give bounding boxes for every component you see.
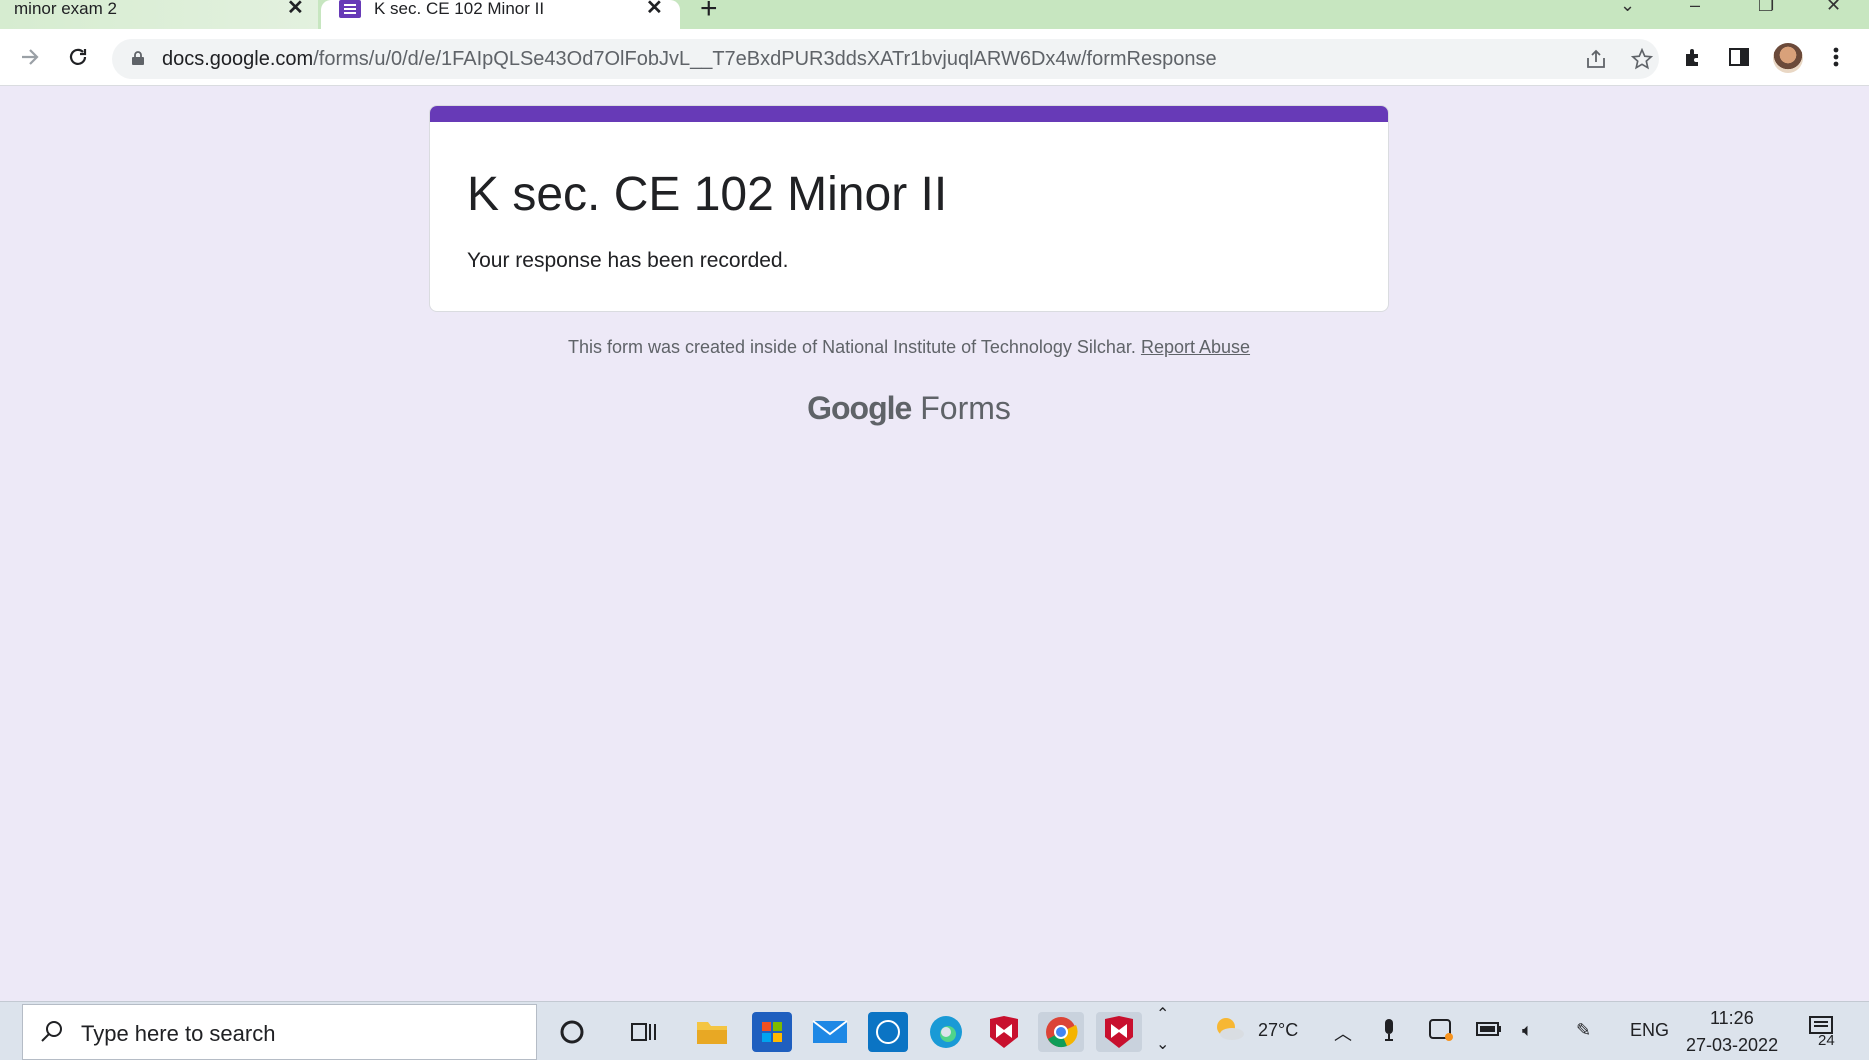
weather-temperature[interactable]: 27°C [1258,1020,1298,1041]
tab-minor-exam[interactable]: minor exam 2 ✕ [0,0,318,29]
new-tab-button[interactable]: + [700,0,718,24]
scroll-up-icon[interactable]: ⌃ [1156,1004,1169,1024]
input-language[interactable]: ENG [1630,1020,1669,1041]
chrome-icon[interactable] [1038,1012,1084,1052]
task-view-icon[interactable] [624,1012,664,1052]
taskbar-search-input[interactable]: Type here to search [22,1004,537,1060]
mcafee-icon[interactable] [984,1012,1024,1052]
google-forms-logo[interactable]: Google Forms [0,390,1818,427]
close-icon[interactable]: ✕ [287,0,304,18]
url-path: /forms/u/0/d/e/1FAIpQLSe43Od7OlFobJvL__T… [313,48,1217,70]
tab-label: minor exam 2 [14,0,117,18]
battery-icon[interactable] [1476,1020,1502,1043]
weather-icon[interactable] [1212,1014,1246,1049]
address-bar[interactable]: docs.google.com/forms/u/0/d/e/1FAIpQLSe4… [112,39,1659,79]
confirmation-message: Your response has been recorded. [467,249,789,272]
edge-icon[interactable] [926,1012,966,1052]
bookmark-star-icon[interactable] [1628,45,1656,73]
search-placeholder: Type here to search [81,1021,276,1046]
chevron-down-icon[interactable]: ⌄ [1620,0,1635,14]
form-footer: This form was created inside of National… [0,337,1818,358]
search-icon [41,1021,62,1042]
scroll-down-icon[interactable]: ⌄ [1156,1034,1169,1054]
tab-strip: minor exam 2 ✕ K sec. CE 102 Minor II ✕ … [0,0,1869,32]
brand-google: Google [807,390,912,426]
share-icon[interactable] [1582,45,1610,73]
footer-text: This form was created inside of National… [567,337,1136,357]
reload-icon[interactable] [64,43,92,71]
file-explorer-icon[interactable] [692,1012,732,1052]
windows-taskbar: Type here to search ⌃ ⌄ 27°C ︿ 🔈︎ ✎ ENG … [0,1001,1869,1060]
google-forms-icon [339,0,361,18]
side-panel-icon[interactable] [1725,43,1753,71]
cortana-icon[interactable] [552,1012,592,1052]
tab-label: K sec. CE 102 Minor II [374,0,545,18]
volume-icon[interactable]: 🔈︎ [1522,1020,1533,1041]
window-close-icon[interactable]: ✕ [1826,0,1841,14]
close-icon[interactable]: ✕ [646,0,663,18]
clock-time[interactable]: 11:26 [1710,1008,1754,1029]
mcafee-active-icon[interactable] [1096,1012,1142,1052]
lock-icon [132,51,144,65]
forward-icon[interactable] [16,43,44,71]
url-text: docs.google.com/forms/u/0/d/e/1FAIpQLSe4… [162,48,1217,71]
meet-now-icon[interactable] [1428,1018,1454,1047]
report-abuse-link[interactable]: Report Abuse [1141,337,1250,357]
form-accent-bar [430,106,1388,122]
tab-k-sec-form[interactable]: K sec. CE 102 Minor II ✕ [321,0,680,32]
extensions-icon[interactable] [1679,43,1707,71]
brand-forms: Forms [920,390,1011,426]
chevron-up-icon[interactable]: ︿ [1334,1020,1352,1046]
browser-toolbar: docs.google.com/forms/u/0/d/e/1FAIpQLSe4… [0,29,1869,86]
microsoft-store-icon[interactable] [752,1012,792,1052]
notification-count: 24 [1818,1032,1835,1049]
dell-icon[interactable] [868,1012,908,1052]
mail-icon[interactable] [810,1012,850,1052]
minimize-icon[interactable]: – [1690,0,1700,14]
profile-avatar[interactable] [1773,43,1803,73]
form-response-card: K sec. CE 102 Minor II Your response has… [429,105,1389,312]
menu-kebab-icon[interactable] [1822,43,1850,71]
pen-icon[interactable]: ✎ [1576,1020,1591,1041]
restore-icon[interactable]: ❐ [1758,0,1774,14]
url-host: docs.google.com [162,48,314,70]
form-title: K sec. CE 102 Minor II [467,168,948,221]
clock-date[interactable]: 27-03-2022 [1686,1035,1778,1056]
microphone-icon[interactable] [1382,1018,1396,1047]
